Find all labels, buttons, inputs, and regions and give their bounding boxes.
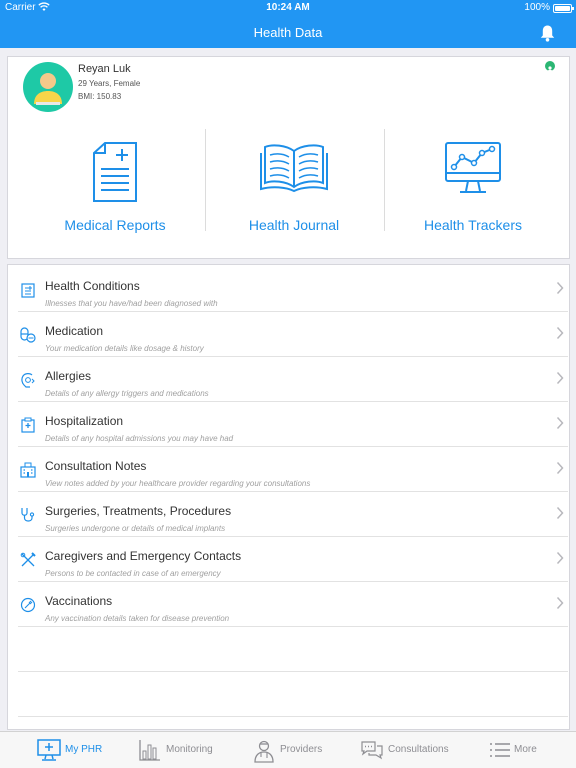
records-list: Health Conditions Illnesses that you hav…	[7, 264, 570, 730]
list-item-subtitle: Surgeries undergone or details of medica…	[45, 524, 226, 533]
health-trackers-tile[interactable]: Health Trackers	[384, 127, 562, 233]
list-item-consultation-notes[interactable]: Consultation Notes View notes added by y…	[18, 447, 568, 492]
status-bar: Carrier 10:24 AM 100%	[0, 0, 576, 16]
list-item-title: Consultation Notes	[45, 459, 147, 473]
profile-name: Reyan Luk	[78, 63, 131, 75]
tab-label: My PHR	[65, 744, 103, 755]
chevron-right-icon	[556, 596, 564, 610]
clock: 10:24 AM	[266, 2, 310, 13]
chevron-right-icon	[556, 551, 564, 565]
doctor-icon	[254, 740, 274, 763]
list-item-title: Vaccinations	[45, 594, 113, 608]
profile-card: Reyan Luk 29 Years, Female BMI: 150.83 M…	[7, 56, 570, 259]
list-item-title: Surgeries, Treatments, Procedures	[45, 504, 232, 518]
divider	[18, 671, 568, 672]
battery-percent: 100%	[524, 2, 550, 13]
list-item-title: Caregivers and Emergency Contacts	[45, 549, 242, 563]
tab-label: More	[514, 744, 537, 755]
list-item-subtitle: Your medication details like dosage & hi…	[45, 344, 204, 353]
list-item-health-conditions[interactable]: Health Conditions Illnesses that you hav…	[18, 267, 568, 312]
pills-icon	[20, 327, 36, 343]
list-item-subtitle: Persons to be contacted in case of an em…	[45, 569, 221, 578]
list-item-title: Medication	[45, 324, 104, 338]
profile-bmi: BMI: 150.83	[78, 92, 122, 101]
tab-providers[interactable]: Providers	[253, 732, 328, 768]
chevron-right-icon	[556, 371, 564, 385]
clipboard-icon	[21, 283, 35, 298]
menu-list-icon	[490, 743, 510, 757]
list-item-subtitle: Details of any hospital admissions you m…	[45, 434, 234, 443]
medical-report-icon	[93, 142, 137, 202]
profile-age-gender: 29 Years, Female	[78, 79, 141, 88]
chevron-right-icon	[556, 416, 564, 430]
list-item-allergies[interactable]: Allergies Details of any allergy trigger…	[18, 357, 568, 402]
crossed-tools-icon	[20, 552, 36, 567]
page-title: Health Data	[253, 25, 323, 40]
chevron-right-icon	[556, 506, 564, 520]
battery-icon	[553, 4, 574, 13]
building-icon	[20, 462, 36, 478]
list-item-surgeries[interactable]: Surgeries, Treatments, Procedures Surger…	[18, 492, 568, 537]
tab-label: Consultations	[388, 744, 449, 755]
tab-consultations[interactable]: Consultations	[360, 732, 455, 768]
list-item-hospitalization[interactable]: Hospitalization Details of any hospital …	[18, 402, 568, 447]
list-item-title: Hospitalization	[45, 414, 124, 428]
bar-chart-icon	[139, 740, 160, 761]
medical-reports-tile[interactable]: Medical Reports	[26, 127, 204, 233]
list-item-title: Health Conditions	[45, 279, 140, 293]
vaccine-icon	[20, 597, 36, 613]
user-avatar-icon	[34, 73, 62, 105]
chat-bubbles-icon	[361, 741, 383, 760]
list-item-vaccinations[interactable]: Vaccinations Any vaccination details tak…	[18, 582, 568, 627]
hospital-clipboard-icon	[21, 417, 35, 433]
tab-monitoring[interactable]: Monitoring	[139, 732, 219, 768]
bell-icon[interactable]	[539, 24, 556, 42]
list-item-subtitle: Any vaccination details taken for diseas…	[45, 614, 230, 623]
list-item-subtitle: View notes added by your healthcare prov…	[45, 479, 311, 488]
chevron-right-icon	[556, 281, 564, 295]
tile-label: Medical Reports	[64, 217, 166, 233]
list-item-subtitle: Illnesses that you have/had been diagnos…	[45, 299, 218, 308]
list-item-caregivers[interactable]: Caregivers and Emergency Contacts Person…	[18, 537, 568, 582]
tile-label: Health Journal	[248, 217, 340, 233]
allergy-face-icon	[21, 373, 35, 388]
tab-bar: My PHR Monitoring Providers Consultation…	[0, 731, 576, 768]
tracker-monitor-icon	[445, 142, 501, 193]
list-item-subtitle: Details of any allergy triggers and medi…	[45, 389, 209, 398]
stethoscope-icon	[21, 508, 35, 522]
avatar[interactable]	[23, 62, 73, 112]
tile-label: Health Trackers	[423, 217, 523, 233]
phr-monitor-icon	[37, 739, 61, 761]
open-book-icon	[260, 144, 328, 193]
tab-my-phr[interactable]: My PHR	[37, 732, 107, 768]
chevron-right-icon	[556, 326, 564, 340]
list-item-title: Allergies	[45, 369, 92, 383]
tab-more[interactable]: More	[489, 732, 541, 768]
list-item-medication[interactable]: Medication Your medication details like …	[18, 312, 568, 357]
health-journal-tile[interactable]: Health Journal	[205, 127, 383, 233]
tab-label: Monitoring	[166, 744, 213, 755]
chevron-right-icon	[556, 461, 564, 475]
profile-edit-icon[interactable]	[545, 61, 555, 72]
nav-bar: Health Data	[0, 16, 576, 48]
tab-label: Providers	[280, 744, 323, 755]
divider	[18, 716, 568, 717]
